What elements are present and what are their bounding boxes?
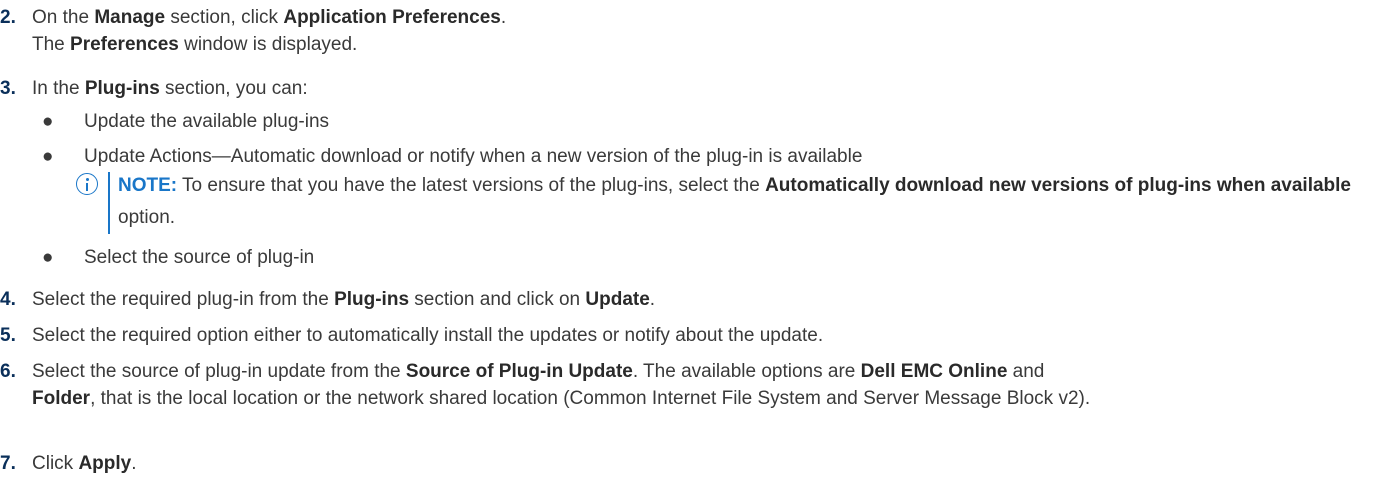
- bullet-text: Update Actions—Automatic download or not…: [84, 146, 863, 167]
- step-2: 2. On the Manage section, click Applicat…: [0, 4, 1375, 58]
- step-number: 4.: [0, 289, 16, 310]
- step-number: 7.: [0, 453, 16, 474]
- step-7: 7. Click Apply.: [0, 450, 1375, 477]
- bold-segment: Automatically download new versions of p…: [765, 175, 1352, 196]
- text-segment: .: [500, 7, 507, 28]
- text-segment: Select the required plug-in from the: [32, 289, 335, 310]
- bold-segment: Apply: [78, 453, 132, 474]
- text-segment: Click: [32, 453, 79, 474]
- text-segment: section, you can:: [159, 78, 308, 99]
- text-segment: option.: [118, 207, 176, 228]
- step-6: 6. Select the source of plug-in update f…: [0, 358, 1375, 412]
- step-5: 5. Select the required option either to …: [0, 322, 1375, 349]
- text-segment: .: [649, 289, 656, 310]
- text-segment: .: [131, 453, 137, 474]
- note-label: NOTE:: [118, 175, 178, 196]
- list-item: ● Update Actions—Automatic download or n…: [42, 143, 1362, 170]
- bold-segment: Manage: [94, 7, 166, 28]
- text-segment: Select the source of plug-in update from…: [32, 361, 406, 382]
- bullet-text: Update the available plug-ins: [84, 111, 330, 132]
- step-number: 3.: [0, 78, 16, 99]
- step-text: Select the required option either to aut…: [32, 325, 824, 346]
- bullet-icon: ●: [42, 247, 54, 268]
- text-segment: The: [32, 34, 71, 55]
- list-item: ● Update the available plug-ins: [42, 108, 1362, 135]
- text-segment: window is displayed.: [178, 34, 358, 55]
- step-text: Select the required plug-in from the Plu…: [32, 286, 1375, 313]
- step-3: 3. In the Plug-ins section, you can:: [0, 75, 1375, 102]
- text-segment: , that is the local location or the netw…: [90, 388, 1091, 409]
- step-text: Click Apply.: [32, 450, 1375, 477]
- step-number: 5.: [0, 325, 16, 346]
- step-text: Select the source of plug-in update from…: [32, 358, 1375, 412]
- bold-segment: Plug-ins: [84, 78, 160, 99]
- step-4: 4. Select the required plug-in from the …: [0, 286, 1375, 313]
- bold-segment: Source of Plug-in Update: [405, 361, 633, 382]
- note-box: NOTE: To ensure that you have the latest…: [76, 170, 1366, 242]
- bold-segment: Plug-ins: [334, 289, 410, 310]
- bullet-icon: ●: [42, 111, 54, 132]
- text-segment: section, click: [165, 7, 284, 28]
- text-segment: On the: [32, 7, 95, 28]
- step-number: 2.: [0, 7, 16, 28]
- bold-segment: Folder: [32, 388, 91, 409]
- note-divider: [108, 172, 110, 234]
- text-segment: section and click on: [409, 289, 586, 310]
- step-result: The Preferences window is displayed.: [32, 31, 1375, 58]
- step-text: On the Manage section, click Application…: [32, 4, 1375, 31]
- step-number: 6.: [0, 361, 16, 382]
- text-segment: To ensure that you have the latest versi…: [177, 175, 766, 196]
- bullet-icon: ●: [42, 146, 54, 167]
- bullet-text: Select the source of plug-in: [84, 247, 315, 268]
- list-item: ● Select the source of plug-in: [42, 244, 1362, 271]
- step-text: In the Plug-ins section, you can:: [32, 75, 1375, 102]
- text-segment: and: [1007, 361, 1045, 382]
- bold-segment: Preferences: [70, 34, 179, 55]
- info-icon: [76, 173, 98, 195]
- bold-segment: Dell EMC Online: [860, 361, 1008, 382]
- text-segment: . The available options are: [632, 361, 861, 382]
- note-text: NOTE: To ensure that you have the latest…: [118, 170, 1358, 234]
- bold-segment: Update: [585, 289, 650, 310]
- text-segment: In the: [32, 78, 85, 99]
- bold-segment: Application Preferences: [283, 7, 501, 28]
